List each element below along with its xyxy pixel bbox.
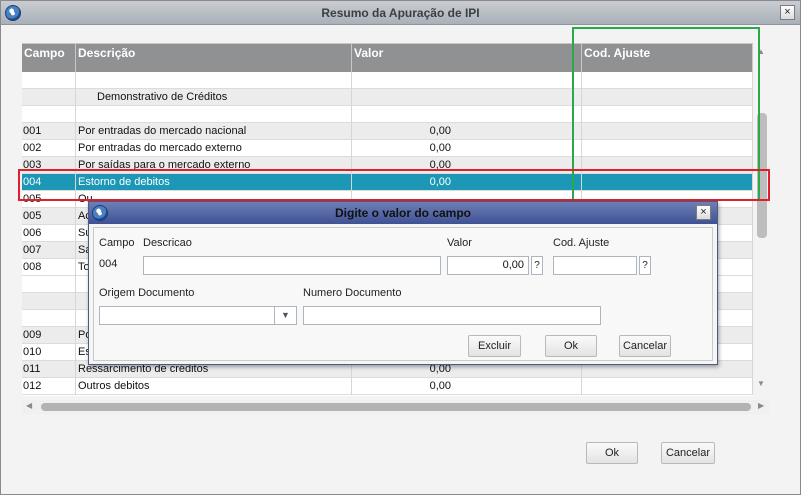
dialog-titlebar: ● Digite o valor do campo × [89, 202, 717, 224]
column-header-descricao[interactable]: Descrição [76, 44, 352, 72]
cell-cod-ajuste [582, 106, 753, 123]
valor-input[interactable]: 0,00 [447, 256, 529, 275]
table-row[interactable]: 004 Estorno de debitos 0,00 [22, 174, 753, 191]
cell-cod-ajuste [582, 157, 753, 174]
cell-valor [352, 72, 582, 89]
edit-field-dialog: ● Digite o valor do campo × Campo 004 De… [88, 201, 718, 365]
dialog-title: Digite o valor do campo [334, 206, 472, 220]
ok-button[interactable]: Ok [586, 442, 638, 464]
cod-ajuste-lookup-button[interactable]: ? [639, 256, 651, 275]
cell-campo: 009 [22, 327, 76, 344]
table-row[interactable] [22, 106, 753, 123]
valor-help-button[interactable]: ? [531, 256, 543, 275]
cell-descricao: Por entradas do mercado nacional [76, 123, 352, 140]
cell-campo: 004 [22, 174, 76, 191]
cell-valor: 0,00 [352, 140, 582, 157]
scroll-left-icon[interactable]: ◀ [26, 401, 32, 410]
cell-campo: 006 [22, 225, 76, 242]
cell-valor: 0,00 [352, 123, 582, 140]
numero-documento-input[interactable] [303, 306, 601, 325]
cell-descricao: Por saídas para o mercado externo [76, 157, 352, 174]
dialog-body: Campo 004 Descricao Valor 0,00 ? Cod. Aj… [93, 227, 713, 361]
cell-descricao: Estorno de debitos [76, 174, 352, 191]
cod-ajuste-label: Cod. Ajuste [553, 237, 610, 249]
cell-campo: 008 [22, 259, 76, 276]
cell-campo: 005 [22, 208, 76, 225]
dialog-ok-button[interactable]: Ok [545, 335, 597, 357]
grid-header: Campo Descrição Valor Cod. Ajuste [22, 44, 753, 72]
cell-cod-ajuste [582, 174, 753, 191]
descricao-input[interactable] [143, 256, 441, 275]
cell-cod-ajuste [582, 89, 753, 106]
window-close-button[interactable]: × [780, 5, 795, 20]
cell-valor: 0,00 [352, 378, 582, 395]
table-row[interactable] [22, 72, 753, 89]
cell-descricao: Por entradas do mercado externo [76, 140, 352, 157]
horizontal-scrollbar[interactable]: ◀ ▶ [22, 400, 769, 414]
vertical-scroll-thumb[interactable] [757, 113, 767, 238]
vertical-scrollbar[interactable]: ▲ ▼ [754, 43, 769, 396]
scroll-down-icon[interactable]: ▼ [757, 379, 765, 388]
cell-descricao: Outros debitos [76, 378, 352, 395]
cell-descricao: Demonstrativo de Créditos [76, 89, 352, 106]
horizontal-scroll-thumb[interactable] [41, 403, 751, 411]
cell-cod-ajuste [582, 140, 753, 157]
descricao-label: Descricao [143, 237, 192, 249]
cell-campo [22, 293, 76, 310]
origem-documento-select[interactable]: ▼ [99, 306, 297, 325]
table-row[interactable]: 001 Por entradas do mercado nacional 0,00 [22, 123, 753, 140]
valor-label: Valor [447, 237, 472, 249]
chevron-down-icon[interactable]: ▼ [274, 307, 296, 324]
cell-valor [352, 89, 582, 106]
cell-campo [22, 106, 76, 123]
cell-campo: 001 [22, 123, 76, 140]
numero-documento-label: Numero Documento [303, 287, 402, 299]
cell-valor: 0,00 [352, 157, 582, 174]
cell-campo: 007 [22, 242, 76, 259]
scroll-up-icon[interactable]: ▲ [757, 47, 765, 56]
cell-campo: 010 [22, 344, 76, 361]
campo-label: Campo [99, 237, 135, 249]
cell-cod-ajuste [582, 378, 753, 395]
origem-documento-label: Origem Documento [99, 287, 195, 299]
dialog-cancel-button[interactable]: Cancelar [619, 335, 671, 357]
section-header-row[interactable]: Demonstrativo de Créditos [22, 89, 753, 106]
column-header-cod-ajuste[interactable]: Cod. Ajuste [582, 44, 753, 72]
main-window: ● Resumo da Apuração de IPI × Campo Desc… [0, 0, 801, 495]
cell-descricao [76, 106, 352, 123]
cell-valor [352, 106, 582, 123]
cell-cod-ajuste [582, 123, 753, 140]
column-header-valor[interactable]: Valor [352, 44, 582, 72]
cell-descricao [76, 72, 352, 89]
column-header-campo[interactable]: Campo [22, 44, 76, 72]
cancel-button[interactable]: Cancelar [661, 442, 715, 464]
table-row[interactable]: 003 Por saídas para o mercado externo 0,00 [22, 157, 753, 174]
cell-campo: 011 [22, 361, 76, 378]
cell-cod-ajuste [582, 72, 753, 89]
scroll-right-icon[interactable]: ▶ [758, 401, 764, 410]
excluir-button[interactable]: Excluir [468, 335, 521, 357]
cell-campo [22, 72, 76, 89]
cell-campo [22, 276, 76, 293]
dialog-close-button[interactable]: × [696, 205, 711, 220]
cell-campo [22, 310, 76, 327]
cell-campo: 003 [22, 157, 76, 174]
cod-ajuste-input[interactable] [553, 256, 637, 275]
window-titlebar: ● Resumo da Apuração de IPI × [1, 1, 800, 25]
window-title: Resumo da Apuração de IPI [321, 6, 480, 20]
cell-campo: 002 [22, 140, 76, 157]
campo-value: 004 [99, 258, 118, 270]
table-row[interactable]: 002 Por entradas do mercado externo 0,00 [22, 140, 753, 157]
cell-valor: 0,00 [352, 174, 582, 191]
cell-campo [22, 89, 76, 106]
table-row[interactable]: 012 Outros debitos 0,00 [22, 378, 753, 395]
cell-campo: 005 [22, 191, 76, 208]
cell-campo: 012 [22, 378, 76, 395]
